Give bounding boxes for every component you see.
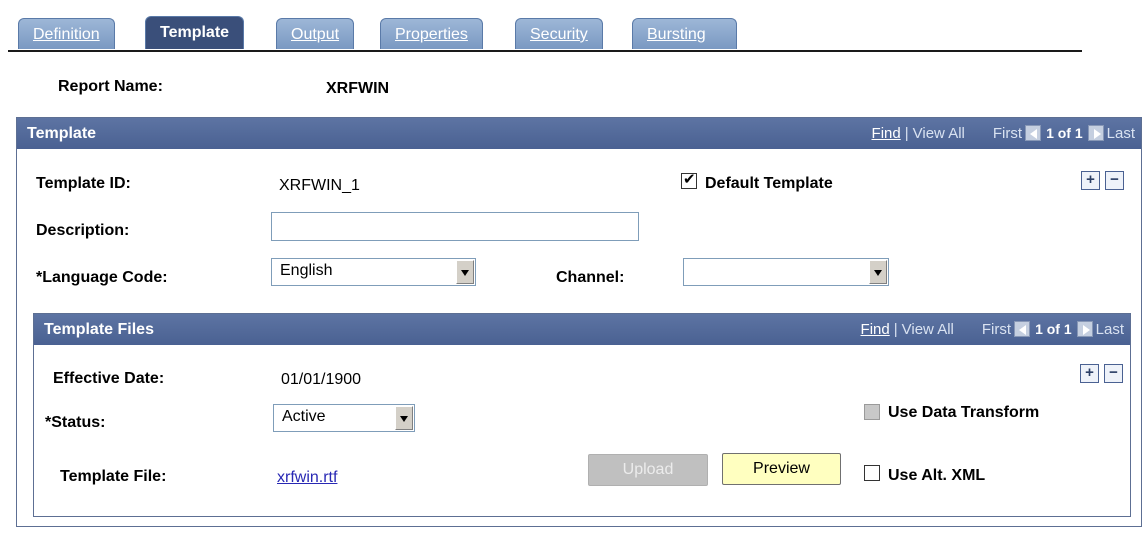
- report-name-value: XRFWIN: [326, 80, 390, 97]
- language-code-label: *Language Code:: [36, 269, 168, 286]
- chevron-down-icon[interactable]: [395, 406, 413, 430]
- template-delete-row-button[interactable]: −: [1105, 171, 1124, 190]
- template-files-grid: Template Files Find | View All First 1 of 1 L…: [33, 313, 1131, 517]
- default-template-label: Default Template: [705, 175, 833, 192]
- tab-definition[interactable]: Definition: [18, 18, 115, 49]
- template-file-link[interactable]: xrfwin.rtf: [277, 469, 337, 487]
- chevron-down-icon[interactable]: [456, 260, 474, 284]
- template-grid: Template Find | View All First 1 of 1 Last Te…: [16, 117, 1142, 527]
- use-data-transform-checkbox[interactable]: [864, 404, 880, 420]
- description-input[interactable]: [271, 212, 639, 241]
- channel-label: Channel:: [556, 269, 625, 286]
- language-code-select[interactable]: English: [271, 258, 476, 286]
- files-add-row-button[interactable]: +: [1080, 364, 1099, 383]
- template-prev-icon[interactable]: [1025, 125, 1042, 141]
- report-name-label: Report Name:: [58, 78, 163, 95]
- language-code-value: English: [280, 262, 333, 279]
- effective-date-label: Effective Date:: [53, 370, 165, 387]
- files-delete-row-button[interactable]: −: [1104, 364, 1123, 383]
- template-first-label: First: [992, 125, 1023, 142]
- template-grid-nav: Find | View All First 1 of 1 Last: [872, 118, 1135, 149]
- default-template-checkbox[interactable]: [681, 170, 697, 189]
- files-row-count: 1 of 1: [1035, 321, 1072, 337]
- effective-date-value: 01/01/1900: [281, 371, 362, 388]
- files-prev-icon[interactable]: [1014, 321, 1031, 337]
- use-alt-xml-label: Use Alt. XML: [888, 467, 986, 484]
- files-view-all-link[interactable]: View All: [902, 321, 954, 338]
- chevron-down-icon[interactable]: [869, 260, 887, 284]
- template-id-value: XRFWIN_1: [279, 177, 360, 194]
- tab-security[interactable]: Security: [515, 18, 603, 49]
- files-next-icon[interactable]: [1076, 321, 1093, 337]
- upload-button[interactable]: Upload: [588, 454, 708, 486]
- template-files-nav: Find | View All First 1 of 1 Last: [861, 314, 1124, 345]
- use-alt-xml-checkbox[interactable]: [864, 465, 880, 481]
- files-last-label: Last: [1095, 321, 1124, 338]
- preview-button[interactable]: Preview: [722, 453, 841, 485]
- template-files-title: Template Files: [44, 321, 154, 338]
- template-find-link[interactable]: Find: [872, 125, 901, 142]
- template-grid-title: Template: [27, 125, 97, 142]
- template-view-all-link[interactable]: View All: [913, 125, 965, 142]
- files-first-label: First: [981, 321, 1012, 338]
- tab-template[interactable]: Template: [145, 16, 245, 49]
- tab-divider: [8, 50, 1082, 52]
- template-id-label: Template ID:: [36, 175, 131, 192]
- template-row-count: 1 of 1: [1046, 125, 1083, 141]
- template-last-label: Last: [1106, 125, 1135, 142]
- template-next-icon[interactable]: [1087, 125, 1104, 141]
- channel-select[interactable]: [683, 258, 889, 286]
- use-data-transform-label: Use Data Transform: [888, 404, 1040, 421]
- template-file-label: Template File:: [60, 468, 167, 485]
- tab-properties[interactable]: Properties: [380, 18, 483, 49]
- nav-separator: |: [893, 321, 898, 338]
- status-value: Active: [282, 408, 326, 425]
- status-select[interactable]: Active: [273, 404, 415, 432]
- tab-output[interactable]: Output: [276, 18, 355, 49]
- nav-separator: |: [904, 125, 909, 142]
- template-add-row-button[interactable]: +: [1081, 171, 1100, 190]
- files-find-link[interactable]: Find: [861, 321, 890, 338]
- status-label: *Status:: [45, 414, 106, 431]
- description-label: Description:: [36, 222, 130, 239]
- tab-bursting[interactable]: Bursting: [632, 18, 737, 49]
